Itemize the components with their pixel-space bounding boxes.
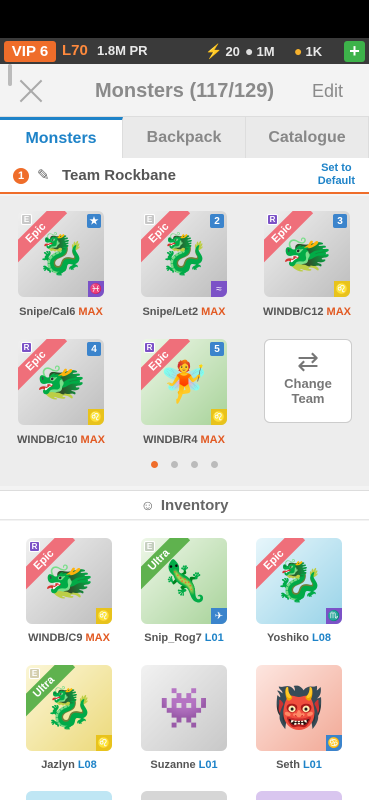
element-icon: ♌	[96, 608, 112, 624]
monster-label: Jazlyn L08	[41, 759, 97, 771]
lightning-icon: ⚡	[205, 43, 223, 59]
inventory-monster-card[interactable]: Ultra E 🐉 ♌	[26, 665, 112, 751]
element-icon: ♌	[88, 409, 104, 425]
team-number-badge: 1	[13, 168, 29, 184]
resource-bar: VIP 6 L70 1.8M PR ⚡ 20 ● 1M ● 1K +	[0, 38, 369, 64]
edit-button[interactable]: Edit	[312, 81, 343, 102]
monster-label: Yoshiko L08	[267, 632, 331, 644]
monster-label: WINDB/C9 MAX	[28, 632, 110, 644]
inventory-monster-card[interactable]: Ultra E 🦎 ✈	[141, 538, 227, 624]
tab-backpack[interactable]: Backpack	[123, 117, 246, 158]
grade-badge: E	[29, 668, 40, 679]
element-icon: ♓	[88, 281, 104, 297]
monster-dragon-icon: 🐉	[274, 559, 324, 604]
team-slot-badge: 3	[333, 214, 347, 228]
page-dot[interactable]	[211, 461, 218, 468]
monster-dragon-icon: 🐲	[44, 559, 94, 604]
element-icon: ≈	[211, 281, 227, 297]
tab-catalogue[interactable]: Catalogue	[246, 117, 369, 158]
inventory-monster-card[interactable]	[141, 791, 227, 800]
coin-resource[interactable]: ● 1K	[294, 43, 322, 59]
change-team-button[interactable]: ⇄ Change Team	[264, 339, 352, 423]
swap-arrows-icon: ⇄	[297, 346, 319, 376]
element-icon: ✈	[211, 608, 227, 624]
team-monster-card[interactable]: Epic E ★ 🐉 ♓	[18, 211, 104, 297]
grade-badge: E	[21, 214, 32, 225]
monster-label: Snipe/Cal6 MAX	[19, 306, 103, 318]
monster-dragon-icon: 🦎	[159, 559, 209, 604]
team-bar: 1 ✎ Team Rockbane Set to Default	[0, 158, 369, 194]
team-monster-card[interactable]: Epic R 4 🐲 ♌	[18, 339, 104, 425]
pencil-icon[interactable]: ✎	[37, 166, 50, 184]
element-icon: ♏	[326, 608, 342, 624]
inventory-monster-card[interactable]	[256, 791, 342, 800]
food-value: 1M	[256, 43, 275, 59]
paw-icon: ●	[245, 43, 254, 59]
team-slot-badge: 5	[210, 342, 224, 356]
team-monster-card[interactable]: Epic R 5 🧚 ♌	[141, 339, 227, 425]
power-rating: 1.8M PR	[97, 43, 148, 58]
monster-blob-icon: 👾	[159, 686, 209, 731]
page-indicator	[0, 461, 369, 468]
monster-dragon-icon: 🐉	[44, 686, 94, 731]
team-slot-badge: 4	[87, 342, 101, 356]
inventory-monster-card[interactable]: Epic 🐉 ♏	[256, 538, 342, 624]
element-icon: ♌	[334, 281, 350, 297]
vip-badge[interactable]: VIP 6	[4, 41, 56, 62]
status-bar	[0, 0, 369, 38]
team-slot-badge: ★	[87, 214, 101, 228]
grade-badge: R	[267, 214, 278, 225]
monster-label: WINDB/C10 MAX	[17, 434, 105, 446]
monster-face-icon: ☺	[140, 497, 155, 513]
inventory-header: ☺ Inventory	[0, 490, 369, 520]
player-level: L70	[62, 42, 88, 59]
energy-value: 20	[225, 44, 240, 59]
element-icon: ♌	[96, 735, 112, 751]
coin-value: 1K	[305, 43, 323, 59]
monster-label: Suzanne L01	[150, 759, 218, 771]
tab-bar: Monsters Backpack Catalogue	[0, 116, 369, 158]
scroll-indicator	[8, 64, 12, 86]
monster-label: Seth L01	[276, 759, 322, 771]
monster-label: WINDB/R4 MAX	[143, 434, 225, 446]
grade-badge: R	[144, 342, 155, 353]
inventory-title: Inventory	[160, 496, 229, 514]
inventory-grid: Epic R 🐲 ♌ WINDB/C9 MAX Ultra E 🦎 ✈ Snip_…	[0, 521, 369, 800]
inventory-monster-card[interactable]: 👹 ♋	[256, 665, 342, 751]
monster-dragon-icon: 🐲	[36, 360, 86, 405]
team-monster-card[interactable]: Epic E 2 🐉 ≈	[141, 211, 227, 297]
page-header: Monsters (117/129) Edit	[0, 64, 369, 118]
page-dot[interactable]	[171, 461, 178, 468]
page-dot[interactable]	[151, 461, 158, 468]
monster-label: Snip_Rog7 L01	[144, 632, 224, 644]
page-dot[interactable]	[191, 461, 198, 468]
team-monster-card[interactable]: Epic R 3 🐲 ♌	[264, 211, 350, 297]
grade-badge: R	[21, 342, 32, 353]
monster-dragon-icon: 🐉	[36, 232, 86, 277]
inventory-monster-card[interactable]: 👾	[141, 665, 227, 751]
monster-blob-icon: 👹	[274, 686, 324, 731]
monster-sprite-icon: 🧚	[159, 360, 209, 405]
element-icon: ♌	[211, 409, 227, 425]
monster-dragon-icon: 🐲	[282, 232, 332, 277]
element-icon: ♋	[326, 735, 342, 751]
grade-badge: E	[144, 214, 155, 225]
inventory-monster-card[interactable]	[26, 791, 112, 800]
coin-icon: ●	[294, 43, 303, 59]
team-name[interactable]: Team Rockbane	[62, 167, 176, 184]
grade-badge: R	[29, 541, 40, 552]
set-default-button[interactable]: Set to Default	[318, 162, 355, 188]
energy-resource[interactable]: ⚡ 20	[205, 43, 240, 60]
grade-badge: E	[144, 541, 155, 552]
monster-label: WINDB/C12 MAX	[263, 306, 351, 318]
monster-label: Snipe/Let2 MAX	[142, 306, 226, 318]
food-resource[interactable]: ● 1M	[245, 43, 275, 59]
add-currency-button[interactable]: +	[344, 41, 365, 62]
inventory-monster-card[interactable]: Epic R 🐲 ♌	[26, 538, 112, 624]
team-slot-badge: 2	[210, 214, 224, 228]
tab-monsters[interactable]: Monsters	[0, 117, 123, 158]
monster-dragon-icon: 🐉	[159, 232, 209, 277]
